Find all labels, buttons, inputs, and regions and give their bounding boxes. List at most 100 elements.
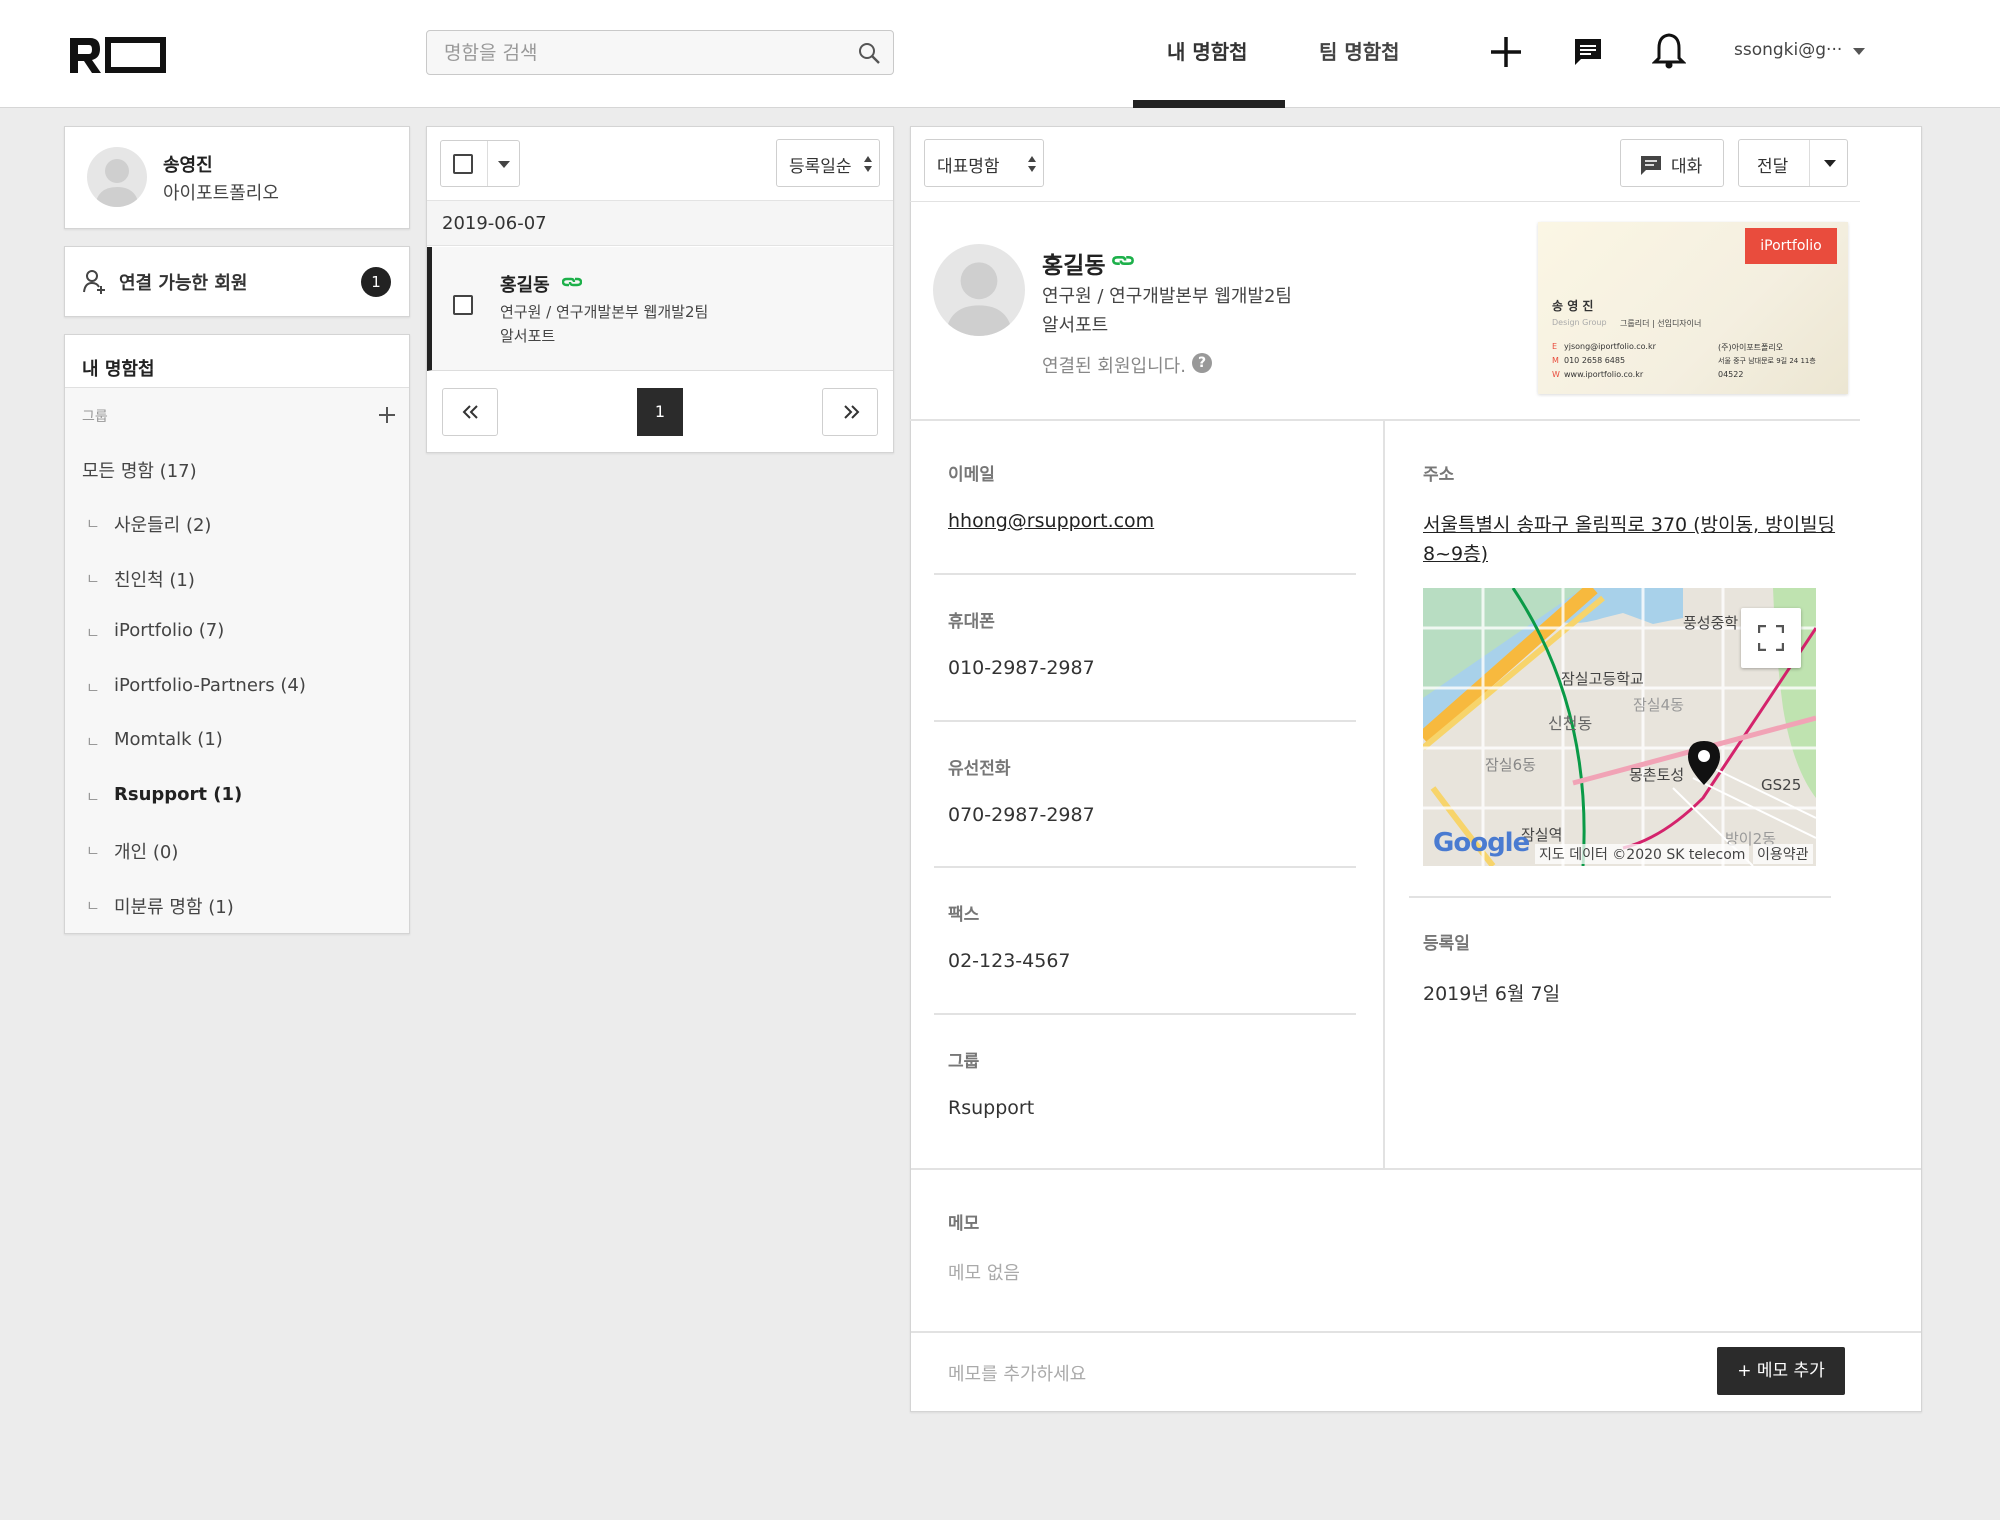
- chevron-down-icon[interactable]: [497, 160, 511, 169]
- card-dept: Design Group: [1552, 318, 1607, 327]
- brand-label: iPortfolio: [1745, 228, 1837, 264]
- forward-button[interactable]: 전달: [1738, 139, 1848, 187]
- bell-icon[interactable]: [1652, 32, 1686, 70]
- date-group-header: 2019-06-07: [427, 200, 893, 246]
- top-header: 내 명함첩 팀 명함첩 ssongki@g···: [0, 0, 2000, 108]
- fullscreen-icon: [1758, 625, 1784, 651]
- map-attribution: 지도 데이터 ©2020 SK telecom: [1535, 844, 1750, 864]
- group-item-selected[interactable]: Rsupport (1): [114, 784, 242, 805]
- memo-empty: 메모 없음: [948, 1263, 1020, 1284]
- search-input[interactable]: [427, 31, 893, 74]
- column-divider: [1383, 421, 1385, 1169]
- tree-mark: ㄴ: [86, 570, 100, 588]
- add-memo-button[interactable]: + 메모 추가: [1717, 1347, 1845, 1395]
- card-company: (주)아이포트폴리오: [1718, 343, 1784, 352]
- item-name: 홍길동: [500, 275, 550, 296]
- select-all-checkbox[interactable]: [453, 154, 473, 174]
- group-item[interactable]: 미분류 명함 (1): [114, 893, 234, 919]
- map-label: 잠실4동: [1633, 696, 1684, 714]
- item-checkbox[interactable]: [453, 295, 473, 315]
- map-view[interactable]: 잠실고등학교 잠실4동 신천동 잠실6동 몽촌토성 GS25 잠실역 방이2동 …: [1423, 588, 1816, 866]
- search-icon[interactable]: [857, 41, 881, 65]
- email-link[interactable]: hhong@rsupport.com: [948, 510, 1154, 532]
- sort-arrows-icon: [1028, 156, 1036, 172]
- group-all[interactable]: 모든 명함 (17): [82, 457, 197, 483]
- group-field-label: 그룹: [948, 1052, 980, 1072]
- link-icon: [1112, 256, 1134, 265]
- user-email[interactable]: ssongki@g···: [1734, 40, 1842, 60]
- chat-icon[interactable]: [1572, 36, 1604, 68]
- count-badge: 1: [361, 267, 391, 297]
- page-number[interactable]: 1: [637, 388, 683, 436]
- chat-button[interactable]: 대화: [1620, 139, 1724, 187]
- add-group-icon[interactable]: [378, 406, 396, 424]
- fullscreen-button[interactable]: [1741, 608, 1801, 668]
- map-terms-link[interactable]: 이용약관: [1753, 844, 1813, 864]
- add-icon[interactable]: [1488, 34, 1524, 70]
- group-item[interactable]: 친인척 (1): [114, 566, 195, 592]
- group-item[interactable]: 사운들리 (2): [114, 511, 211, 537]
- app-logo[interactable]: [68, 34, 168, 76]
- next-page-button[interactable]: [822, 388, 878, 436]
- list-item[interactable]: 홍길동 연구원 / 연구개발본부 웹개발2팀 알서포트: [427, 247, 893, 371]
- avatar: [87, 147, 147, 207]
- card-email: yjsong@iportfolio.co.kr: [1564, 342, 1656, 351]
- item-company: 알서포트: [500, 327, 556, 345]
- group-item[interactable]: iPortfolio (7): [114, 620, 224, 641]
- fax-value: 02-123-4567: [948, 950, 1071, 972]
- tree-mark: ㄴ: [86, 788, 100, 806]
- contact-role: 연구원 / 연구개발본부 웹개발2팀: [1042, 286, 1292, 307]
- connectable-members[interactable]: 연결 가능한 회원 1: [64, 246, 410, 317]
- map-label: 잠실6동: [1485, 756, 1536, 774]
- map-label: 신천동: [1548, 714, 1593, 733]
- divider: [934, 573, 1356, 575]
- mobile-value: 010-2987-2987: [948, 657, 1095, 679]
- fax-label: 팩스: [948, 905, 980, 925]
- reg-date-label: 등록일: [1423, 934, 1470, 954]
- group-item[interactable]: iPortfolio-Partners (4): [114, 675, 306, 696]
- chevron-down-icon[interactable]: [1852, 46, 1866, 56]
- map-label: 몽촌토성: [1629, 766, 1685, 784]
- contact-avatar: [933, 244, 1025, 336]
- tree-mark: ㄴ: [86, 624, 100, 642]
- map-pin-icon: [1688, 741, 1720, 785]
- select-all-dropdown[interactable]: [440, 140, 520, 187]
- card-type-select[interactable]: 대표명함: [924, 139, 1044, 187]
- address-line[interactable]: 서울특별시 송파구 올림픽로 370 (방이동, 방이빌딩: [1423, 510, 1835, 537]
- contact-name: 홍길동: [1042, 253, 1106, 279]
- phone-label: 유선전화: [948, 759, 1011, 779]
- reg-date-value: 2019년 6월 7일: [1423, 983, 1561, 1005]
- profile-card[interactable]: 송영진 아이포트폴리오: [64, 126, 410, 229]
- tab-my-cards[interactable]: 내 명함첩: [1167, 36, 1248, 65]
- tree-mark: ㄴ: [86, 515, 100, 533]
- date-label: 2019-06-07: [442, 213, 547, 234]
- card-title: 그룹리더 | 선임디자이너: [1620, 319, 1702, 328]
- chevron-down-icon[interactable]: [1823, 159, 1837, 168]
- group-item[interactable]: 개인 (0): [114, 838, 178, 864]
- card-zip: 04522: [1718, 370, 1744, 379]
- forward-label: 전달: [1757, 157, 1789, 177]
- memo-input[interactable]: 메모를 추가하세요: [948, 1360, 1086, 1386]
- help-icon[interactable]: ?: [1192, 353, 1212, 373]
- memo-label: 메모: [948, 1214, 980, 1234]
- tree-mark: ㄴ: [86, 897, 100, 915]
- card-prefix: E: [1552, 342, 1558, 351]
- card-address: 서울 중구 남대문로 9길 24 11층: [1718, 357, 1816, 365]
- divider: [934, 720, 1356, 722]
- business-card-image[interactable]: iPortfolio 송 영 진 Design Group 그룹리더 | 선임디…: [1538, 222, 1848, 394]
- tab-team-cards[interactable]: 팀 명함첩: [1319, 36, 1400, 65]
- contact-company: 알서포트: [1042, 315, 1109, 336]
- email-label: 이메일: [948, 465, 995, 485]
- group-value: Rsupport: [948, 1097, 1035, 1119]
- connected-status: 연결된 회원입니다.: [1042, 356, 1186, 377]
- prev-page-button[interactable]: [442, 388, 498, 436]
- map-label: GS25: [1761, 776, 1802, 794]
- divider: [1809, 140, 1810, 186]
- group-item[interactable]: Momtalk (1): [114, 729, 223, 750]
- card-web: www.iportfolio.co.kr: [1564, 370, 1644, 379]
- sort-select[interactable]: 등록일순: [776, 139, 880, 187]
- address-line[interactable]: 8~9층): [1423, 539, 1488, 566]
- card-holder: 송 영 진: [1552, 299, 1594, 313]
- google-logo: Google: [1433, 828, 1530, 858]
- search-box[interactable]: [426, 30, 894, 75]
